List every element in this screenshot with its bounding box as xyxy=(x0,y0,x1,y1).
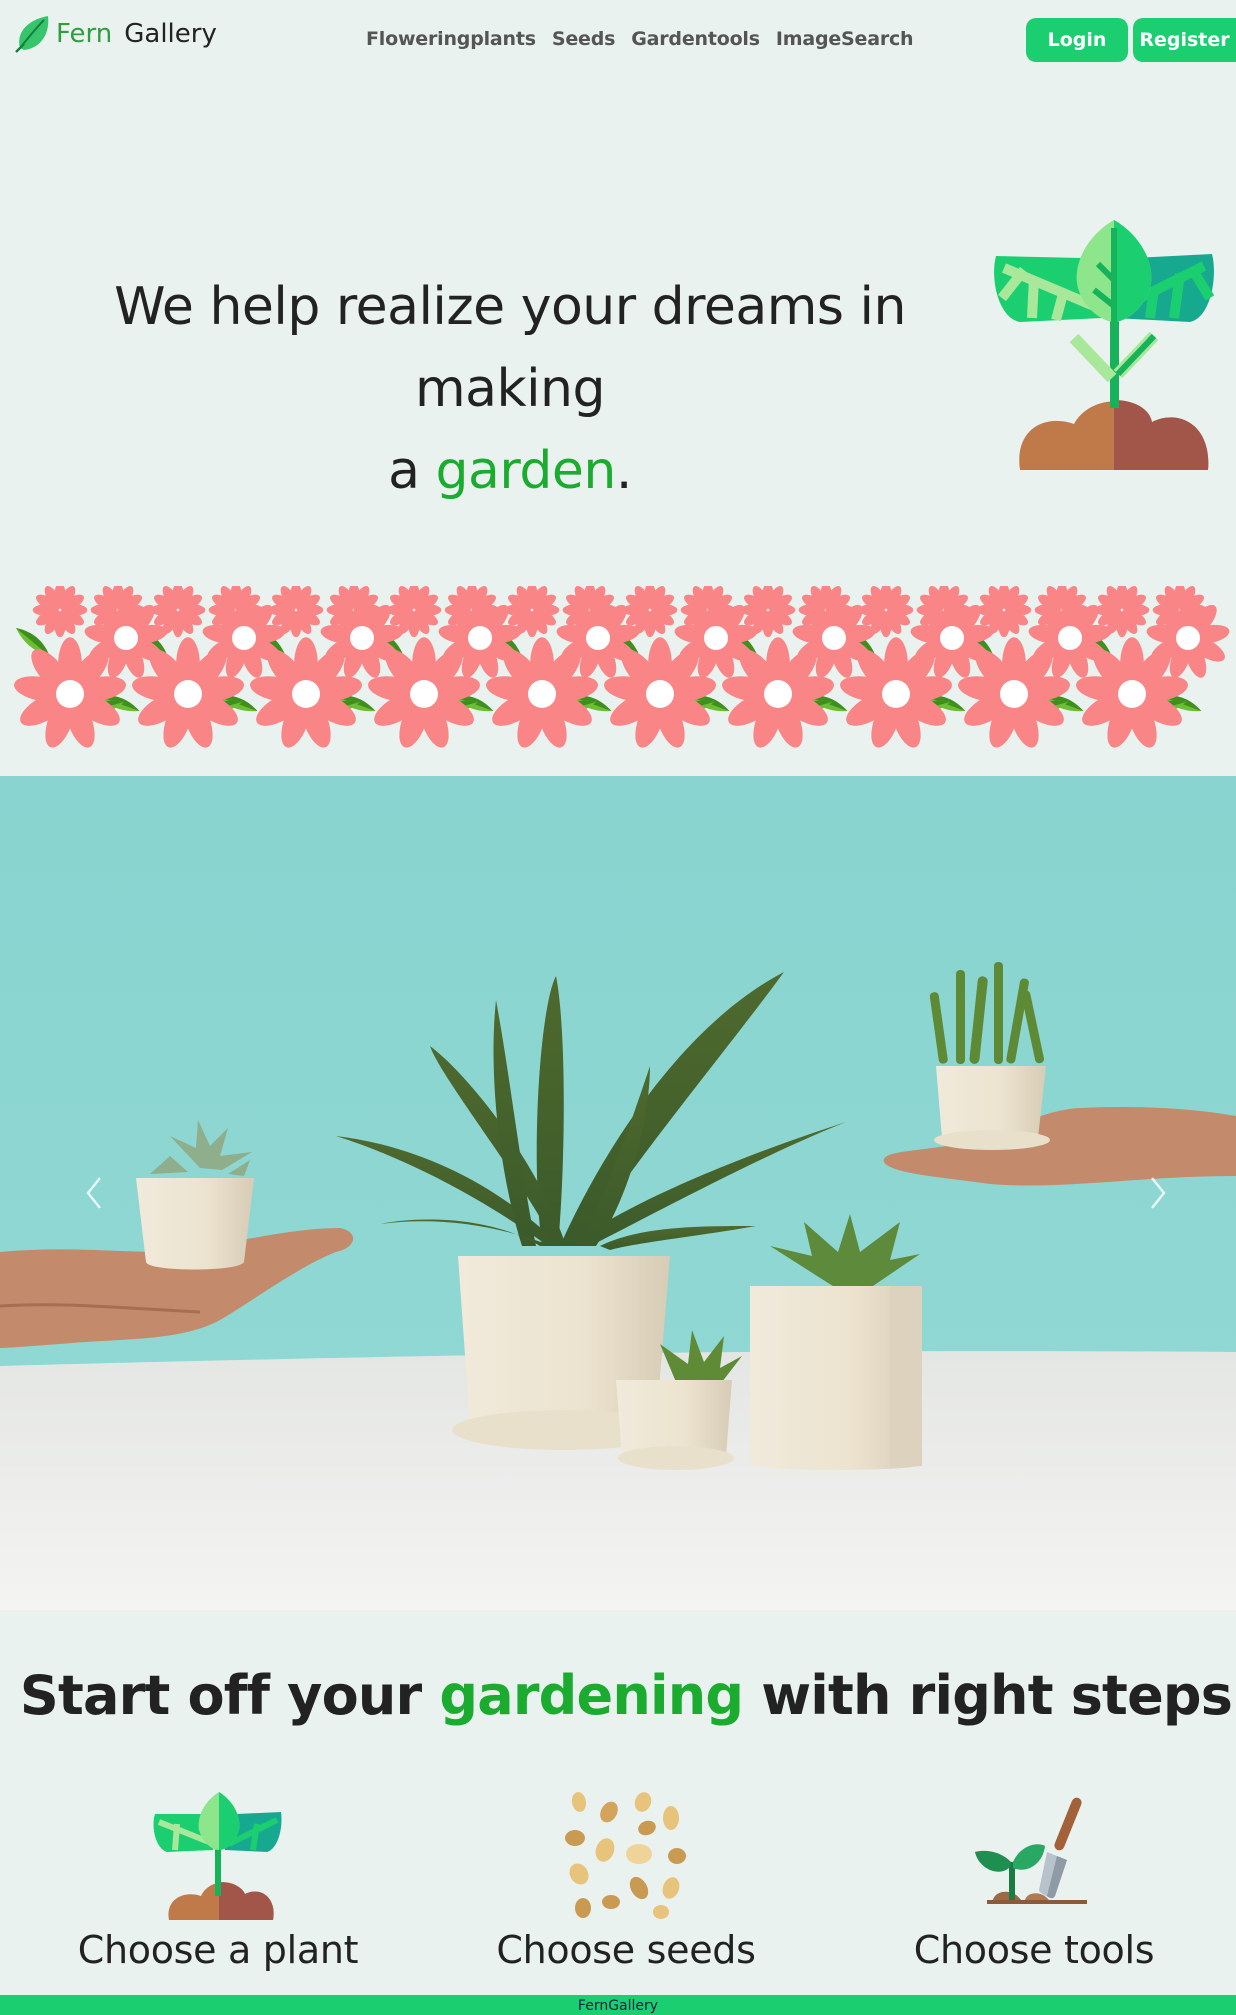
register-button[interactable]: Register xyxy=(1133,18,1236,62)
login-button[interactable]: Login xyxy=(1026,18,1128,62)
step-label-tools: Choose tools xyxy=(913,1928,1155,1972)
footer-text: FernGallery xyxy=(577,1998,659,2014)
seeds-icon xyxy=(565,1792,686,1919)
leaf-logo-icon xyxy=(15,16,49,53)
carousel-next-button[interactable] xyxy=(1138,1168,1178,1218)
steps-heading: Start off your gardening with right step… xyxy=(0,1664,1236,1727)
hero-line2-suffix: . xyxy=(615,441,633,501)
steps-title-accent: gardening xyxy=(439,1664,744,1727)
carousel-prev-button[interactable] xyxy=(74,1168,114,1218)
footer: FernGallery xyxy=(0,1995,1236,2015)
brand-name-fern: Fern xyxy=(56,19,113,49)
hero-line1: We help realize your dreams in making xyxy=(114,277,906,419)
nav-link-imagesearch[interactable]: ImageSearch xyxy=(776,28,914,50)
sprout-icon xyxy=(153,1792,282,1920)
flower-border-decoration xyxy=(14,586,1230,748)
nav-link-floweringplants[interactable]: Floweringplants xyxy=(366,28,536,50)
hero-heading: We help realize your dreams in making a … xyxy=(20,266,1000,512)
nav-link-seeds[interactable]: Seeds xyxy=(552,28,616,50)
brand-name-gallery: Gallery xyxy=(124,19,217,49)
hero-line2-prefix: a xyxy=(388,441,436,501)
steps-title-prefix: Start off your xyxy=(19,1664,440,1727)
chevron-right-icon xyxy=(1151,1177,1166,1209)
nav-link-gardentools[interactable]: Gardentools xyxy=(631,28,760,50)
brand-logo-link[interactable]: Fern Gallery xyxy=(14,14,217,54)
chevron-left-icon xyxy=(86,1177,101,1209)
sprout-illustration-icon xyxy=(994,220,1214,470)
step-choose-plant[interactable]: Choose a plant xyxy=(58,1790,378,1972)
main-menu: Floweringplants Seeds Gardentools ImageS… xyxy=(366,28,914,50)
step-label-seeds: Choose seeds xyxy=(496,1928,756,1972)
navbar: Fern Gallery Floweringplants Seeds Garde… xyxy=(0,0,1236,80)
steps-title-suffix: with right steps xyxy=(743,1664,1233,1727)
shovel-icon xyxy=(975,1797,1087,1904)
hero-accent-word: garden xyxy=(435,441,617,501)
carousel-image xyxy=(0,776,1236,1610)
step-choose-tools[interactable]: Choose tools xyxy=(874,1790,1194,1972)
succulents-photo xyxy=(0,776,1236,1610)
step-label-plant: Choose a plant xyxy=(77,1928,359,1972)
step-choose-seeds[interactable]: Choose seeds xyxy=(466,1790,786,1972)
